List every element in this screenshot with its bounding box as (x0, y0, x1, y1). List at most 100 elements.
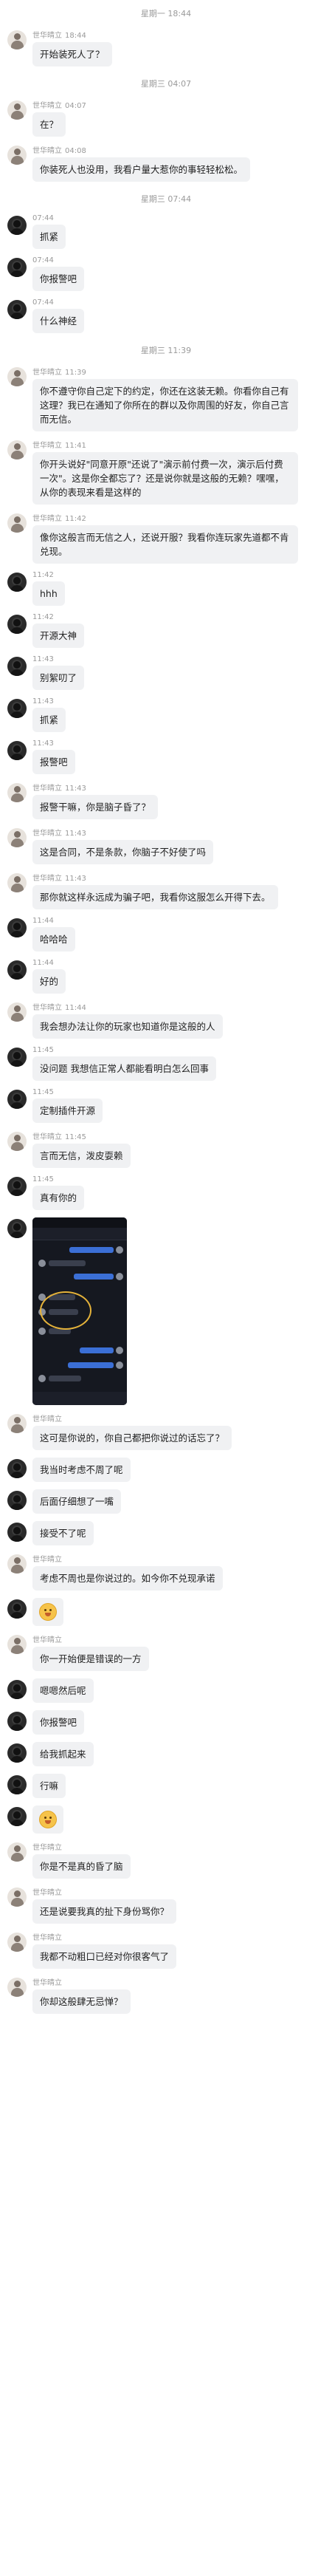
avatar[interactable] (7, 1491, 27, 1510)
avatar[interactable] (7, 1090, 27, 1109)
message-bubble[interactable]: 报警干嘛，你是脑子昏了？ (32, 795, 159, 819)
message-bubble[interactable]: 后面仔细想了一嘴 (32, 1489, 122, 1514)
message-bubble[interactable]: 哈哈哈 (32, 927, 75, 952)
avatar[interactable] (7, 1635, 27, 1654)
message-bubble[interactable]: 考虑不周也是你说过的。如今你不兑现承诺 (32, 1566, 223, 1591)
avatar[interactable] (7, 1842, 27, 1862)
highlight-circle (40, 1291, 91, 1330)
avatar[interactable] (7, 1887, 27, 1907)
sender-name: 世华晴立 (32, 1979, 62, 1987)
avatar[interactable] (7, 699, 27, 718)
message-body: 世华晴立 11:39 你不遵守你自己定下的约定，你还在这装无赖。你看你自己有这理？我… (32, 366, 298, 431)
message-bubble[interactable]: 没问题 我想信正常人都能看明白怎么回事 (32, 1056, 216, 1081)
message-body: 你报警吧 (32, 1710, 85, 1735)
avatar[interactable] (7, 100, 27, 120)
message-bubble[interactable]: 我当时考虑不周了呢 (32, 1458, 131, 1482)
avatar[interactable] (7, 216, 27, 235)
emoji-bubble[interactable] (32, 1598, 63, 1626)
message-row: 11:42 开源大神 (0, 609, 332, 652)
message-bubble[interactable]: hhh (32, 581, 65, 606)
message-bubble[interactable]: 行嘛 (32, 1774, 66, 1798)
avatar[interactable] (7, 367, 27, 386)
avatar[interactable] (7, 828, 27, 847)
avatar[interactable] (7, 1554, 27, 1574)
message-bubble[interactable]: 抓紧 (32, 708, 66, 732)
message-bubble[interactable]: 你一开始便是错误的一方 (32, 1647, 149, 1671)
message-bubble[interactable]: 你不遵守你自己定下的约定，你还在这装无赖。你看你自己有这理？我已在通知了你所在的… (32, 379, 298, 431)
message-meta: 11:45 (32, 1175, 84, 1183)
message-bubble[interactable]: 还是说要我真的扯下身份骂你？ (32, 1899, 177, 1924)
avatar[interactable] (7, 1680, 27, 1699)
message-bubble[interactable]: 你报警吧 (32, 1710, 85, 1735)
screenshot-image[interactable] (32, 1217, 127, 1405)
message-bubble[interactable]: 你却这般肆无忌惮？ (32, 1989, 131, 2014)
message-bubble[interactable]: 真有你的 (32, 1186, 85, 1210)
sender-name: 世华晴立 (32, 32, 62, 40)
message-bubble[interactable]: 你开头说好"同意开原"还说了"演示前付费一次，演示后付费一次"。这是你全都忘了？… (32, 452, 298, 505)
message-meta: 世华晴立 04:08 (32, 144, 250, 155)
avatar[interactable] (7, 1219, 27, 1238)
message-body: 世华晴立 你一开始便是错误的一方 (32, 1633, 149, 1671)
avatar[interactable] (7, 657, 27, 676)
avatar[interactable] (7, 258, 27, 277)
avatar[interactable] (7, 960, 27, 980)
avatar[interactable] (7, 30, 27, 49)
message-row: 我当时考虑不周了呢 (0, 1454, 332, 1486)
message-bubble[interactable]: 那你就这样永远成为骗子吧，我看你这服怎么开得下去。 (32, 885, 278, 909)
message-bubble[interactable]: 好的 (32, 969, 66, 994)
message-bubble[interactable]: 你报警吧 (32, 267, 85, 291)
message-bubble[interactable]: 什么神经 (32, 309, 85, 333)
date-separator: 星期一 18:44 (140, 9, 192, 18)
avatar[interactable] (7, 300, 27, 319)
message-row: 世华晴立 11:42 像你这般言而无信之人，还说开服？我看你连玩家先道都不肯兑现。 (0, 508, 332, 567)
avatar[interactable] (7, 1414, 27, 1433)
message-bubble[interactable]: 开源大神 (32, 623, 85, 648)
avatar[interactable] (7, 1002, 27, 1022)
message-bubble[interactable]: 给我抓起来 (32, 1742, 94, 1766)
message-body (32, 1217, 127, 1405)
message-bubble[interactable]: 言而无信，泼皮耍赖 (32, 1144, 131, 1168)
message-bubble[interactable]: 像你这般言而无信之人，还说开服？我看你连玩家先道都不肯兑现。 (32, 525, 298, 564)
avatar[interactable] (7, 1132, 27, 1151)
message-bubble[interactable]: 别絮叨了 (32, 666, 85, 690)
avatar[interactable] (7, 1599, 27, 1619)
emoji-bubble[interactable] (32, 1805, 63, 1834)
avatar[interactable] (7, 1523, 27, 1542)
avatar[interactable] (7, 1048, 27, 1067)
avatar[interactable] (7, 513, 27, 533)
avatar[interactable] (7, 1807, 27, 1826)
avatar[interactable] (7, 1459, 27, 1478)
message-bubble[interactable]: 在？ (32, 112, 66, 137)
message-row: 11:44 哈哈哈 (0, 913, 332, 955)
avatar[interactable] (7, 1743, 27, 1763)
message-bubble[interactable]: 你装死人也没用，我看户量大惹你的事轻轻松松。 (32, 157, 251, 182)
avatar[interactable] (7, 918, 27, 937)
message-bubble[interactable]: 这是合同，不是条款，你脑子不好使了吗 (32, 840, 214, 864)
avatar[interactable] (7, 1978, 27, 1997)
avatar[interactable] (7, 873, 27, 892)
message-bubble[interactable]: 你是不是真的昏了脑 (32, 1854, 131, 1879)
avatar[interactable] (7, 440, 27, 459)
message-meta: 世华晴立 11:41 (32, 439, 298, 450)
avatar[interactable] (7, 615, 27, 634)
avatar[interactable] (7, 1712, 27, 1731)
message-bubble[interactable]: 定制插件开源 (32, 1099, 103, 1123)
message-bubble[interactable]: 开始装死人了？ (32, 42, 112, 66)
message-bubble[interactable]: 嗯嗯然后呢 (32, 1678, 94, 1703)
message-bubble[interactable]: 我会想办法让你的玩家也知道你是这般的人 (32, 1014, 223, 1039)
avatar[interactable] (7, 1177, 27, 1196)
avatar[interactable] (7, 1775, 27, 1794)
message-bubble[interactable]: 接受不了呢 (32, 1521, 94, 1545)
message-body: 行嘛 (32, 1774, 66, 1798)
message-row: 世华晴立 04:08 你装死人也没用，我看户量大惹你的事轻轻松松。 (0, 140, 332, 185)
avatar[interactable] (7, 146, 27, 165)
message-bubble[interactable]: 这可是你说的，你自己都把你说过的话忘了？ (32, 1426, 232, 1450)
message-bubble[interactable]: 报警吧 (32, 750, 75, 774)
message-time: 07:44 (32, 256, 54, 264)
message-bubble[interactable]: 我都不动粗口已经对你很客气了 (32, 1944, 177, 1969)
avatar[interactable] (7, 1933, 27, 1952)
avatar[interactable] (7, 573, 27, 592)
avatar[interactable] (7, 783, 27, 802)
avatar[interactable] (7, 741, 27, 760)
message-bubble[interactable]: 抓紧 (32, 225, 66, 249)
